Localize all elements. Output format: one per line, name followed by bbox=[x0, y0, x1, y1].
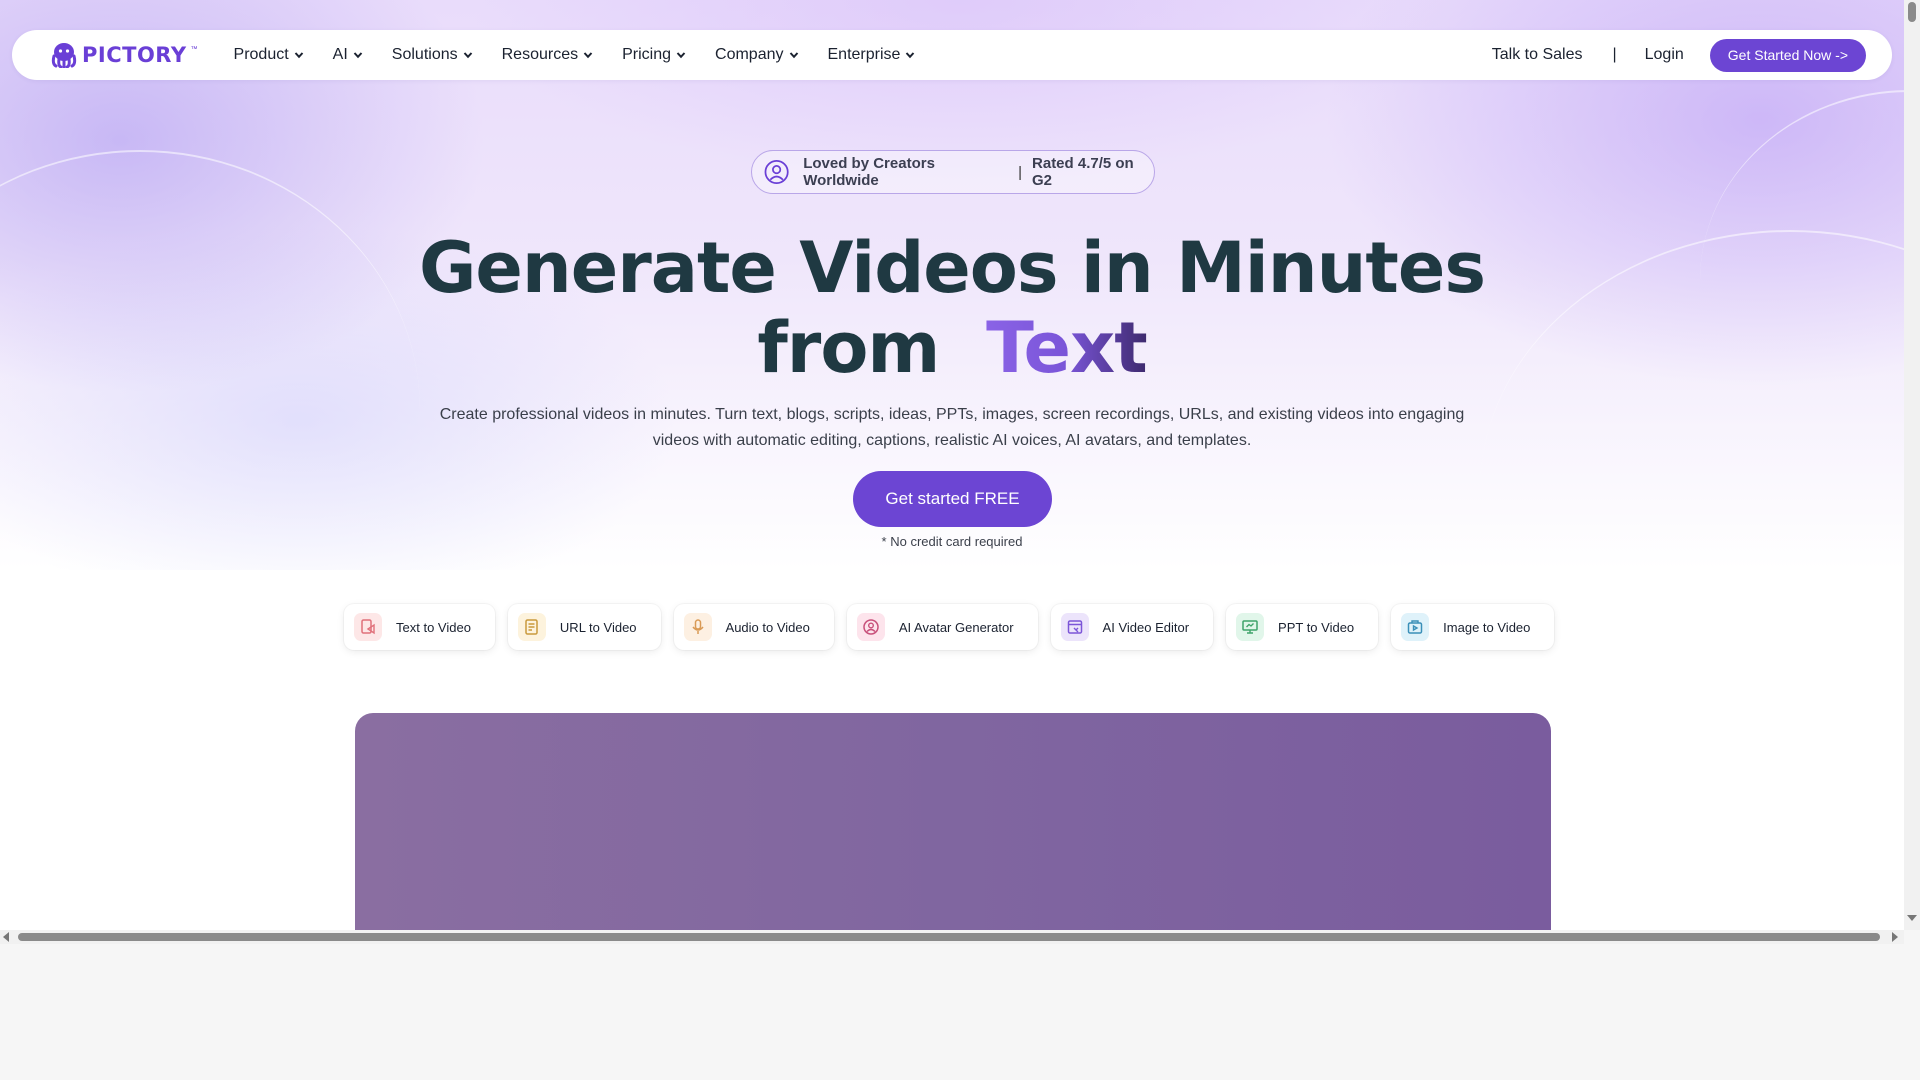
chevron-down-icon bbox=[294, 52, 303, 59]
image-to-video-icon bbox=[1401, 613, 1430, 641]
chevron-down-icon bbox=[583, 52, 593, 59]
headline-accent-word: Text bbox=[986, 307, 1148, 389]
horizontal-scrollbar-thumb[interactable] bbox=[18, 933, 1880, 941]
badge-loved-text: Loved by Creators Worldwide bbox=[803, 155, 935, 189]
chevron-down-icon bbox=[353, 52, 363, 59]
user-circle-icon bbox=[764, 159, 789, 185]
get-started-free-button[interactable]: Get started FREE bbox=[853, 471, 1052, 527]
feature-chip-label: Audio to Video bbox=[725, 619, 810, 635]
nav-item-label: AI bbox=[332, 46, 348, 63]
pictory-logo[interactable]: PICTORY ™ bbox=[50, 42, 198, 68]
feature-chip-audio-to-video[interactable]: Audio to Video bbox=[673, 604, 834, 650]
text-to-video-icon bbox=[354, 613, 382, 641]
feature-chip-text-to-video[interactable]: Text to Video bbox=[344, 604, 495, 650]
no-credit-card-note: * No credit card required bbox=[881, 534, 1023, 549]
hero-headline: Generate Videos in Minutes from Text bbox=[0, 228, 1904, 388]
nav-separator: | bbox=[1612, 46, 1617, 63]
rating-badge: Loved by Creators Worldwide | Rated 4.7/… bbox=[751, 150, 1155, 194]
top-navbar: PICTORY ™ Product AI Solutions Resources… bbox=[12, 30, 1892, 80]
url-to-video-icon bbox=[517, 613, 546, 641]
feature-chip-image-to-video[interactable]: Image to Video bbox=[1391, 604, 1555, 650]
horizontal-scrollbar[interactable] bbox=[0, 930, 1904, 944]
browser-viewport: PICTORY ™ Product AI Solutions Resources… bbox=[0, 0, 1904, 930]
hero-subtext: Create professional videos in minutes. T… bbox=[439, 406, 1465, 449]
nav-item-label: Resources bbox=[501, 46, 579, 63]
nav-item-label: Pricing bbox=[622, 46, 672, 63]
headline-line-1: Generate Videos in Minutes bbox=[418, 227, 1486, 309]
nav-item-label: Solutions bbox=[391, 46, 458, 63]
nav-item-pricing[interactable]: Pricing bbox=[622, 46, 686, 64]
headline-line-2: from Text bbox=[0, 308, 1904, 388]
talk-to-sales-link[interactable]: Talk to Sales bbox=[1492, 46, 1583, 64]
video-preview-panel[interactable] bbox=[355, 713, 1551, 930]
vertical-scrollbar[interactable] bbox=[1904, 0, 1920, 930]
video-editor-icon bbox=[1060, 613, 1089, 641]
feature-chip-url-to-video[interactable]: URL to Video bbox=[507, 604, 661, 650]
chevron-down-icon bbox=[676, 52, 686, 59]
nav-item-label: Enterprise bbox=[827, 46, 901, 63]
badge-rating-text: Rated 4.7/5 on G2 bbox=[1032, 155, 1134, 189]
chevron-down-icon bbox=[789, 52, 798, 59]
scroll-right-arrow-icon[interactable] bbox=[1892, 932, 1898, 942]
nav-item-label: Company bbox=[715, 46, 784, 63]
octopus-logo-icon bbox=[51, 43, 77, 68]
feature-chip-label: AI Avatar Generator bbox=[898, 619, 1014, 635]
get-started-now-button[interactable]: Get Started Now -> bbox=[1709, 38, 1866, 72]
nav-item-company[interactable]: Company bbox=[715, 46, 798, 64]
nav-item-enterprise[interactable]: Enterprise bbox=[828, 46, 916, 64]
presentation-icon bbox=[1236, 613, 1265, 641]
feature-chip-label: PPT to Video bbox=[1278, 619, 1355, 635]
vertical-scrollbar-thumb[interactable] bbox=[1908, 2, 1916, 22]
nav-item-label: Product bbox=[233, 46, 289, 63]
feature-chip-label: Image to Video bbox=[1443, 619, 1531, 635]
scroll-left-arrow-icon[interactable] bbox=[3, 932, 9, 942]
headline-from: from bbox=[757, 307, 940, 389]
feature-chip-label: Text to Video bbox=[396, 619, 471, 635]
brand-name: PICTORY bbox=[82, 43, 187, 67]
feature-chip-ppt-to-video[interactable]: PPT to Video bbox=[1226, 604, 1379, 650]
feature-chip-label: URL to Video bbox=[559, 619, 637, 635]
chevron-down-icon bbox=[906, 52, 915, 59]
feature-chip-label: AI Video Editor bbox=[1102, 619, 1190, 635]
feature-chip-ai-avatar-generator[interactable]: AI Avatar Generator bbox=[846, 604, 1038, 650]
login-link[interactable]: Login bbox=[1645, 46, 1684, 64]
scroll-down-arrow-icon[interactable] bbox=[1907, 915, 1917, 921]
nav-menu: Product AI Solutions Resources Pricing C… bbox=[234, 46, 945, 64]
feature-tabs: Text to Video URL to Video Audio to Vide… bbox=[344, 604, 1555, 650]
microphone-icon bbox=[683, 613, 712, 641]
chevron-down-icon bbox=[463, 52, 472, 59]
nav-right-actions: Talk to Sales | Login Get Started Now -> bbox=[1492, 38, 1866, 72]
nav-item-ai[interactable]: AI bbox=[333, 46, 363, 64]
nav-item-solutions[interactable]: Solutions bbox=[392, 46, 473, 64]
badge-separator: | bbox=[1018, 163, 1023, 181]
avatar-icon bbox=[856, 613, 885, 641]
trademark-symbol: ™ bbox=[190, 46, 198, 53]
nav-item-product[interactable]: Product bbox=[234, 46, 304, 64]
nav-item-resources[interactable]: Resources bbox=[502, 46, 593, 64]
feature-chip-ai-video-editor[interactable]: AI Video Editor bbox=[1050, 604, 1214, 650]
